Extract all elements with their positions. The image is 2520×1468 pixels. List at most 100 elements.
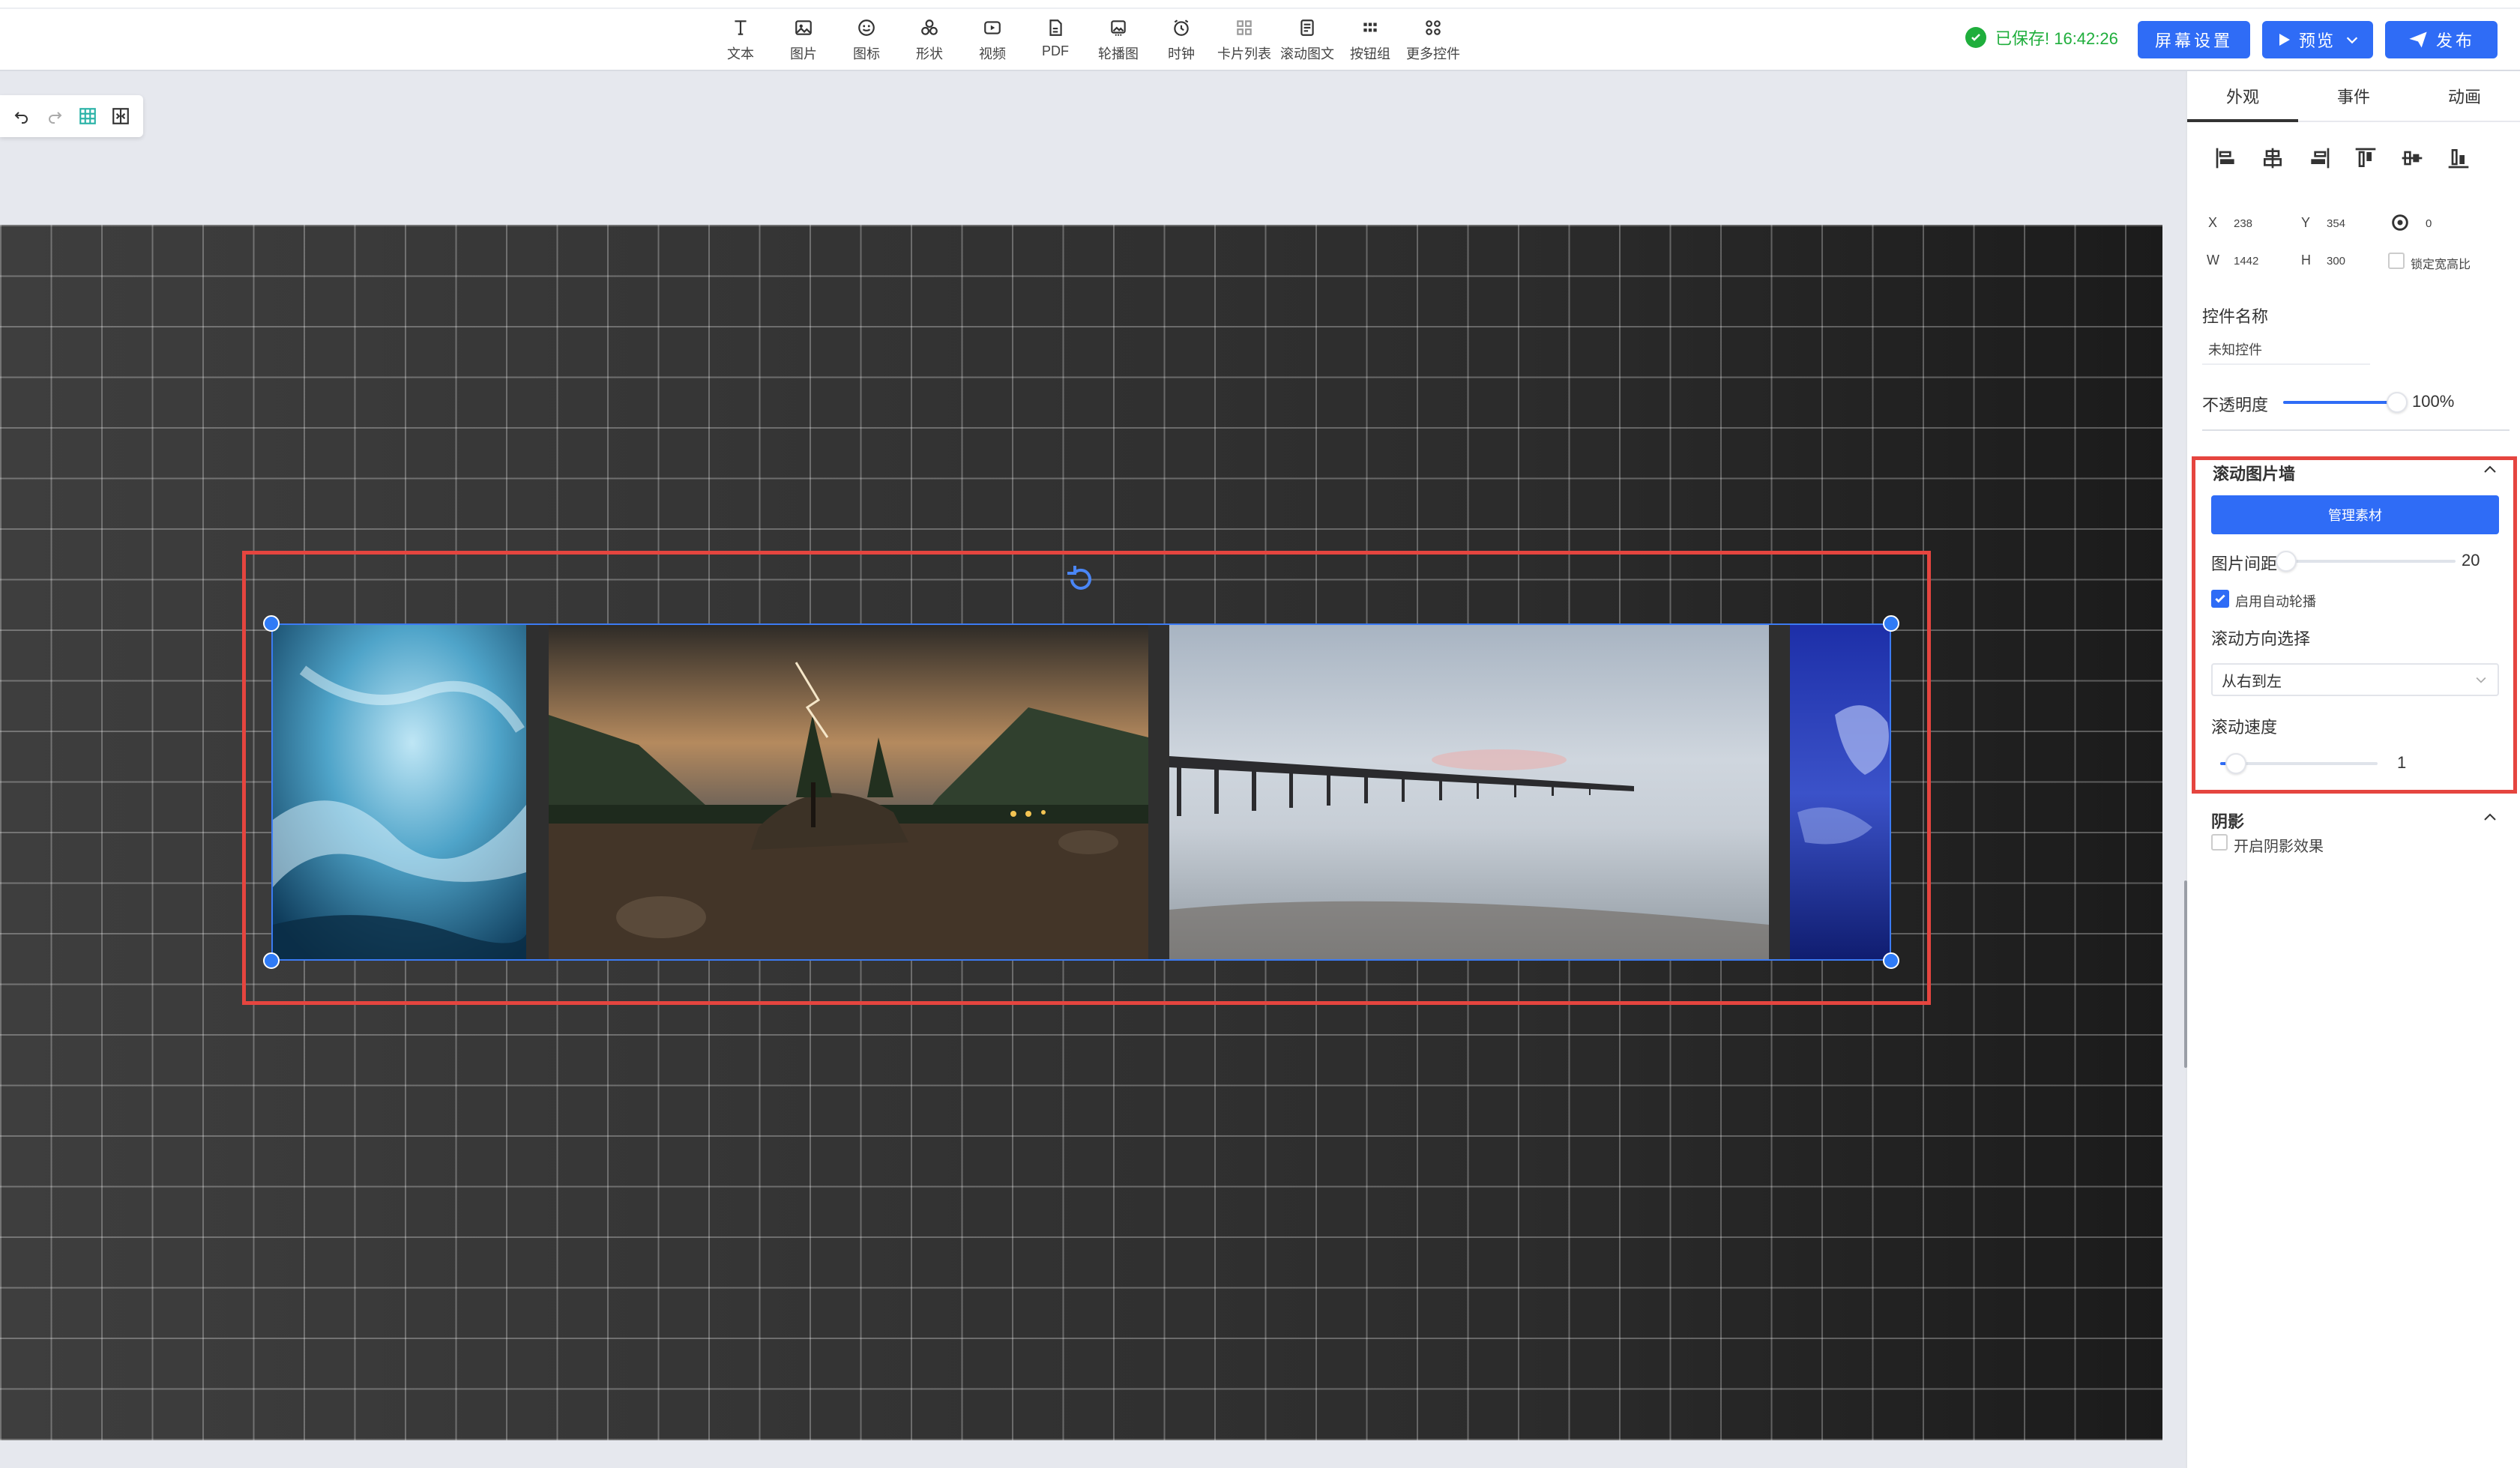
- rotate-value[interactable]: 0: [2426, 217, 2432, 230]
- tool-image[interactable]: 图片: [772, 15, 835, 64]
- scroll-speed-label: 滚动速度: [2211, 718, 2278, 737]
- shadow-label: 开启阴影效果: [2234, 839, 2324, 855]
- scroll-direction-select[interactable]: 从右到左: [2211, 663, 2499, 696]
- tool-shape[interactable]: 形状: [898, 15, 961, 64]
- image-gap: [1769, 625, 1790, 959]
- check-icon: [2215, 594, 2225, 603]
- tool-label: 轮播图: [1098, 46, 1139, 61]
- tool-button-group[interactable]: 按钮组: [1339, 15, 1402, 64]
- snap-toggle-button[interactable]: [109, 105, 132, 127]
- align-center-h-icon[interactable]: [2261, 146, 2285, 170]
- resize-handle-top-left[interactable]: [263, 615, 280, 632]
- w-value[interactable]: 1442: [2234, 255, 2258, 268]
- h-label: H: [2301, 253, 2311, 268]
- scroll-image-wall-widget[interactable]: [271, 623, 1891, 961]
- image-gap-slider-knob[interactable]: [2276, 551, 2297, 572]
- tool-scroll-text[interactable]: 滚动图文: [1276, 15, 1339, 64]
- tool-clock[interactable]: 时钟: [1150, 15, 1213, 64]
- tab-events[interactable]: 事件: [2298, 71, 2409, 121]
- tool-label: 卡片列表: [1217, 46, 1271, 61]
- tool-text[interactable]: 文本: [709, 15, 772, 64]
- save-status: 已保存! 16:42:26: [1965, 25, 2118, 49]
- tool-pdf[interactable]: PDF: [1024, 15, 1087, 64]
- history-toolbar: [0, 95, 143, 137]
- scroll-wall-section-title: 滚动图片墙: [2213, 465, 2296, 483]
- scroll-speed-slider[interactable]: [2220, 753, 2378, 774]
- align-center-v-icon[interactable]: [2400, 146, 2424, 170]
- scroll-direction-value: 从右到左: [2222, 673, 2282, 690]
- grid-icon: [79, 108, 96, 124]
- image-gap: [1148, 625, 1169, 959]
- opacity-slider-fill: [2283, 401, 2397, 404]
- opacity-label: 不透明度: [2202, 396, 2269, 414]
- h-value[interactable]: 300: [2327, 255, 2345, 268]
- lock-ratio-checkbox[interactable]: [2388, 253, 2405, 269]
- manage-assets-button[interactable]: 管理素材: [2211, 495, 2499, 534]
- widget-toolbar: 文本 图片 图标 形状 视频 PDF 轮播图 时钟 卡片列表 滚动图文 按钮组 …: [709, 15, 1465, 64]
- align-left-icon[interactable]: [2214, 146, 2238, 170]
- video-icon: [984, 21, 1001, 34]
- resize-handle-top-right[interactable]: [1883, 615, 1899, 632]
- opacity-value: 100%: [2412, 392, 2455, 411]
- tool-more[interactable]: 更多控件: [1402, 15, 1465, 64]
- image-gap: [526, 625, 549, 959]
- send-icon: [2409, 31, 2427, 48]
- publish-button[interactable]: 发布: [2385, 21, 2498, 58]
- text-icon: [735, 20, 747, 35]
- align-right-icon[interactable]: [2307, 146, 2331, 170]
- w-label: W: [2207, 253, 2219, 268]
- more-widgets-icon: [1426, 20, 1441, 35]
- chevron-down-icon: [2476, 677, 2486, 683]
- lock-ratio-label: 锁定宽高比: [2411, 259, 2471, 271]
- screen-settings-button[interactable]: 屏幕设置: [2138, 21, 2250, 58]
- opacity-slider-knob[interactable]: [2387, 392, 2408, 413]
- tool-label: 按钮组: [1350, 46, 1390, 61]
- autoplay-checkbox[interactable]: [2211, 590, 2229, 608]
- image-gap-slider[interactable]: [2276, 551, 2456, 572]
- shapes-icon: [921, 19, 938, 35]
- grid-toggle-button[interactable]: [76, 105, 99, 127]
- clock-icon: [1174, 19, 1189, 36]
- tool-carousel[interactable]: 轮播图: [1087, 15, 1150, 64]
- image-gap-label: 图片间距: [2211, 555, 2278, 573]
- scroll-speed-slider-knob[interactable]: [2225, 753, 2246, 774]
- tool-label: 时钟: [1168, 46, 1195, 61]
- redo-button[interactable]: [43, 105, 66, 127]
- alignment-tools: [2214, 146, 2471, 170]
- lake-island-image: [549, 625, 1148, 959]
- divider: [2202, 363, 2370, 365]
- rotate-handle-icon[interactable]: [1063, 561, 1099, 597]
- tool-video[interactable]: 视频: [961, 15, 1024, 64]
- tool-icon[interactable]: 图标: [835, 15, 898, 64]
- preview-button[interactable]: 预览: [2262, 21, 2373, 58]
- undo-button[interactable]: [10, 105, 33, 127]
- screen-settings-label: 屏幕设置: [2154, 31, 2233, 50]
- play-icon: [2279, 34, 2290, 46]
- panel-scrollbar[interactable]: [2184, 881, 2187, 1068]
- snap-align-icon: [112, 108, 129, 124]
- top-toolbar: 文本 图片 图标 形状 视频 PDF 轮播图 时钟 卡片列表 滚动图文 按钮组 …: [0, 0, 2520, 71]
- y-label: Y: [2301, 215, 2311, 230]
- scroll-text-icon: [1300, 19, 1314, 36]
- tool-label: 滚动图文: [1280, 46, 1334, 61]
- tool-label: 视频: [979, 46, 1006, 61]
- chevron-up-icon[interactable]: [2481, 809, 2499, 827]
- shadow-checkbox[interactable]: [2211, 834, 2228, 851]
- resize-handle-bottom-right[interactable]: [1883, 952, 1899, 969]
- tool-label: 图标: [853, 46, 880, 61]
- resize-handle-bottom-left[interactable]: [263, 952, 280, 969]
- tool-card-list[interactable]: 卡片列表: [1213, 15, 1276, 64]
- widget-name-label: 控件名称: [2202, 307, 2269, 326]
- chevron-up-icon[interactable]: [2481, 461, 2499, 479]
- align-bottom-icon[interactable]: [2447, 146, 2471, 170]
- y-value[interactable]: 354: [2327, 217, 2345, 230]
- widget-name-input[interactable]: 未知控件: [2208, 339, 2262, 359]
- x-value[interactable]: 238: [2234, 217, 2252, 230]
- tab-animation[interactable]: 动画: [2409, 71, 2520, 121]
- tab-appearance[interactable]: 外观: [2187, 71, 2298, 122]
- align-top-icon[interactable]: [2354, 146, 2378, 170]
- publish-label: 发布: [2435, 31, 2475, 50]
- tool-label: 图片: [790, 46, 817, 61]
- opacity-slider[interactable]: [2283, 392, 2408, 413]
- preview-label: 预览: [2298, 31, 2335, 50]
